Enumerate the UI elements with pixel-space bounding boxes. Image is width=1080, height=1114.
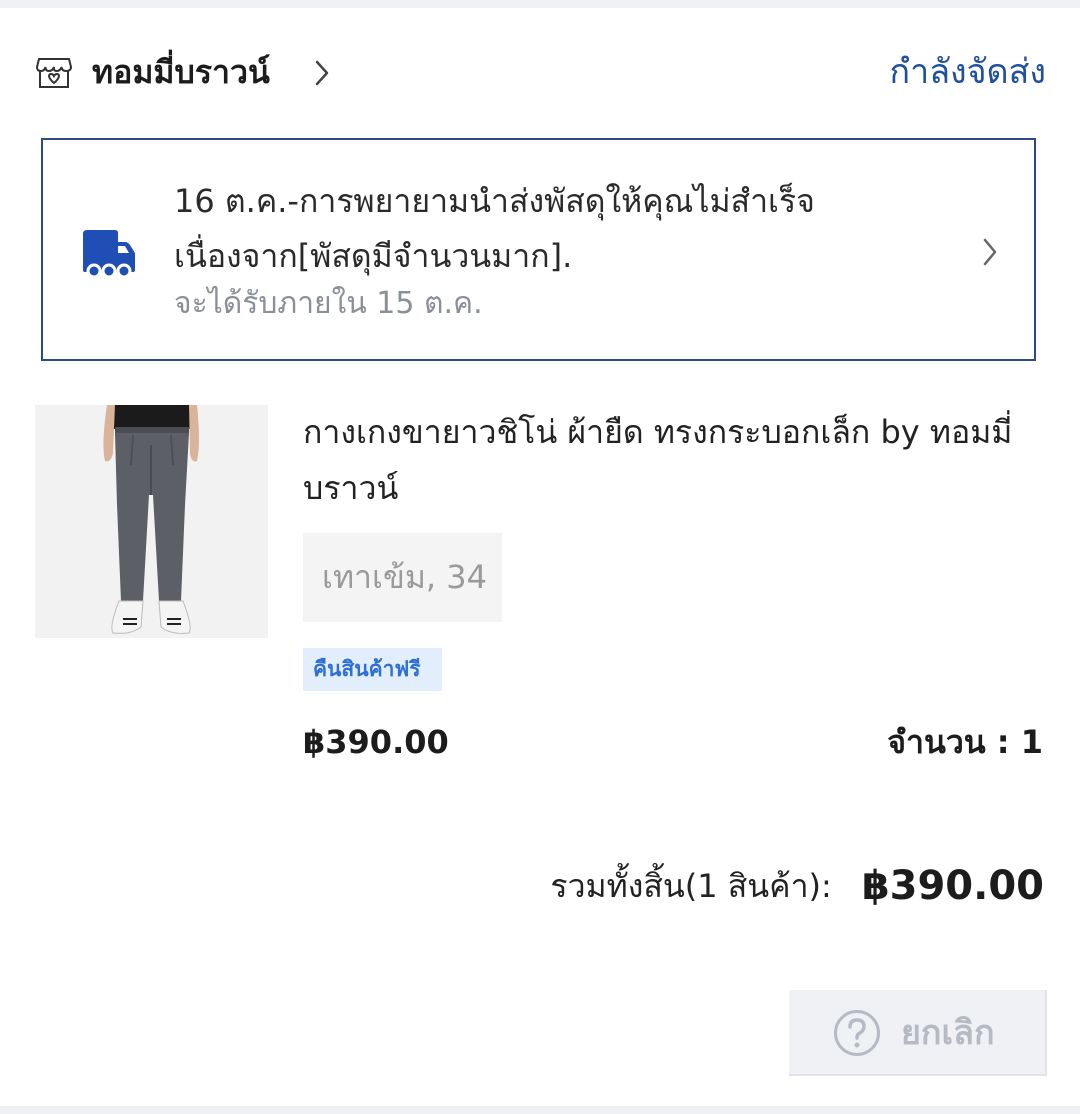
product-title[interactable]: กางเกงขายาวชิโน่ ผ้ายืด ทรงกระบอกเล็ก by…: [303, 404, 1048, 516]
order-card: ทอมมี่บราวน์ กำลังจัดส่ง 16 ต.ค.-การพยาย…: [0, 0, 1080, 1114]
delivery-status-card[interactable]: 16 ต.ค.-การพยายามนำส่งพัสดุให้คุณไม่สำเร…: [41, 138, 1036, 361]
chevron-right-icon[interactable]: [312, 58, 332, 88]
shop-name[interactable]: ทอมมี่บราวน์: [92, 48, 270, 96]
variant-label: เทาเข้ม, 34: [322, 558, 487, 596]
cancel-button[interactable]: ยกเลิก: [789, 990, 1047, 1076]
help-icon: [832, 1008, 882, 1058]
cancel-label: ยกเลิก: [901, 1013, 995, 1053]
store-icon: [35, 56, 73, 90]
total-value: ฿390.00: [861, 863, 1044, 909]
top-divider: [0, 0, 1080, 8]
delivery-estimate: จะได้รับภายใน 15 ต.ค.: [174, 286, 483, 321]
chevron-right-icon[interactable]: [980, 236, 1000, 268]
order-total: รวมทั้งสิ้น(1 สินค้า): ฿390.00: [550, 858, 1044, 914]
variant-chip: เทาเข้ม, 34: [303, 533, 502, 622]
delivery-message: 16 ต.ค.-การพยายามนำส่งพัสดุให้คุณไม่สำเร…: [174, 182, 815, 275]
product-quantity: จำนวน : 1: [887, 723, 1043, 761]
total-label: รวมทั้งสิ้น(1 สินค้า):: [550, 867, 832, 905]
bottom-divider: [0, 1106, 1080, 1114]
free-return-label: คืนสินค้าฟรี: [313, 657, 421, 681]
free-return-badge: คืนสินค้าฟรี: [303, 648, 442, 691]
shop-header[interactable]: ทอมมี่บราวน์ กำลังจัดส่ง: [35, 44, 1046, 100]
product-price: ฿390.00: [303, 723, 449, 761]
truck-icon: [81, 228, 137, 280]
order-status: กำลังจัดส่ง: [889, 52, 1046, 92]
product-image[interactable]: [35, 405, 268, 638]
